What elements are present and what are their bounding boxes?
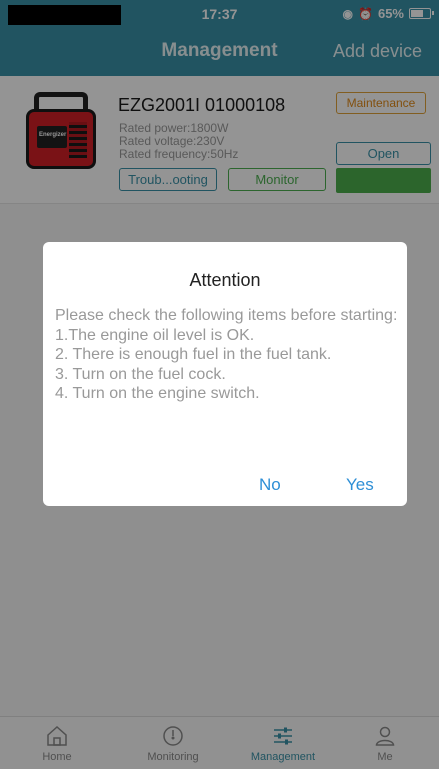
dialog-line-3: 3. Turn on the fuel cock.	[55, 365, 226, 383]
dialog-line-4: 4. Turn on the engine switch.	[55, 385, 260, 402]
dialog-line-2: 2. There is enough fuel in the fuel tank…	[55, 346, 332, 363]
attention-dialog: Attention Please check the following ite…	[43, 242, 407, 506]
no-button[interactable]: No	[259, 475, 281, 495]
dialog-line-1: 1.The engine oil level is OK.	[55, 326, 255, 344]
dialog-title: Attention	[189, 270, 261, 290]
yes-button[interactable]: Yes	[346, 475, 374, 495]
dialog-message: Please check the following items before …	[55, 306, 400, 404]
dialog-line-intro: Please check the following items before …	[55, 307, 398, 324]
